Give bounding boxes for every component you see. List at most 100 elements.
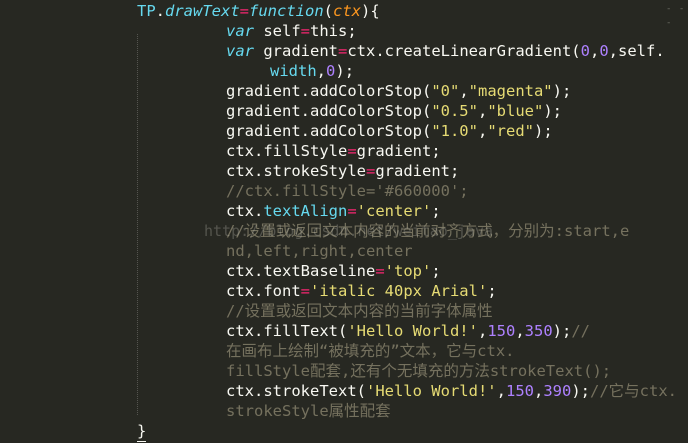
code-line[interactable]: var gradient=ctx.createLinearGradient(0,…: [226, 41, 665, 61]
code-token: "red": [487, 122, 534, 140]
code-line[interactable]: gradient.addColorStop("0","magenta");: [226, 81, 571, 101]
code-line[interactable]: nd,left,right,center: [226, 241, 413, 261]
code-token: ctx.fillText(: [226, 322, 348, 340]
code-line[interactable]: }: [137, 421, 147, 442]
code-token: =: [375, 262, 385, 280]
code-token: "blue": [487, 102, 544, 120]
code-token: self: [254, 22, 301, 40]
code-token: (: [323, 2, 334, 20]
code-token: =: [338, 42, 348, 60]
code-token: //它与ctx.: [590, 382, 677, 400]
indent-guide: [137, 34, 138, 415]
code-token: //: [571, 322, 591, 340]
code-line[interactable]: 在画布上绘制“被填充的”文本，它与ctx.: [226, 341, 515, 361]
code-line[interactable]: //ctx.fillStyle='#660000';: [226, 181, 469, 201]
code-token: gradient.addColorStop(: [226, 102, 432, 120]
code-token: width: [270, 62, 317, 80]
code-line[interactable]: ctx.font='italic 40px Arial';: [226, 281, 497, 301]
code-token: var: [226, 42, 254, 60]
code-token: //ctx.fillStyle='#660000';: [226, 182, 469, 200]
code-token: ,self.: [608, 42, 665, 60]
code-token: 'top': [384, 262, 432, 280]
code-line[interactable]: strokeStyle属性配套: [226, 401, 391, 421]
code-line[interactable]: ctx.fillStyle=gradient;: [226, 141, 441, 161]
code-token: ,: [459, 82, 469, 100]
code-token: TP: [137, 2, 156, 20]
code-line[interactable]: //设置或返回文本内容的当前对齐方式，分别为:start,e: [226, 221, 629, 241]
code-token: .: [155, 2, 166, 20]
code-line[interactable]: var self=this;: [226, 21, 357, 41]
code-token: function: [249, 2, 324, 20]
code-token: ctx.: [226, 202, 264, 220]
code-editor[interactable]: - - - TP.drawText=function(ctx){var self…: [0, 0, 688, 443]
code-token: strokeStyle属性配套: [226, 402, 391, 420]
code-token: );: [543, 102, 562, 120]
code-token: ,: [477, 102, 488, 120]
code-token: ctx.strokeText(: [226, 382, 366, 400]
code-token: ,: [477, 322, 488, 340]
code-token: =: [347, 202, 357, 220]
code-token: 0: [326, 62, 336, 80]
code-token: drawText: [165, 2, 240, 20]
code-token: ctx.strokeStyle: [226, 162, 366, 180]
code-line[interactable]: ctx.strokeStyle=gradient;: [226, 161, 459, 181]
code-token: //设置或返回文本内容的当前字体属性: [226, 302, 493, 320]
code-token: ,: [496, 382, 506, 400]
code-token: 150: [487, 322, 516, 340]
code-line[interactable]: //设置或返回文本内容的当前字体属性: [226, 301, 493, 321]
code-line[interactable]: ctx.textBaseline='top';: [226, 261, 441, 281]
code-token: =: [239, 2, 250, 20]
code-token: );: [335, 62, 355, 80]
code-line[interactable]: gradient.addColorStop("0.5","blue");: [226, 101, 562, 121]
code-token: );: [534, 122, 553, 140]
code-token: 0: [580, 42, 590, 60]
code-token: ctx.fillStyle: [226, 142, 348, 160]
code-line[interactable]: TP.drawText=function(ctx){: [137, 1, 380, 21]
code-token: 'Hello World!': [347, 322, 478, 340]
code-token: gradient;: [356, 142, 441, 160]
code-token: var: [226, 22, 254, 40]
code-line[interactable]: ctx.strokeText('Hello World!',150,390);/…: [226, 381, 677, 401]
code-token: gradient: [254, 42, 338, 60]
code-token: 'Hello World!': [365, 382, 497, 400]
code-token: "0": [431, 82, 460, 100]
code-line[interactable]: ctx.fillText('Hello World!',150,350);//: [226, 321, 590, 341]
code-token: );: [552, 82, 572, 100]
code-line[interactable]: gradient.addColorStop("1.0","red");: [226, 121, 553, 141]
code-token: gradient.addColorStop(: [226, 82, 432, 100]
minimap-marker: - - -: [666, 4, 686, 28]
code-token: 'italic 40px Arial': [310, 282, 488, 300]
code-token: ,: [589, 42, 600, 60]
code-token: ;: [431, 202, 441, 220]
code-token: textAlign: [263, 202, 348, 220]
code-token: =: [365, 162, 376, 180]
code-token: );: [552, 322, 572, 340]
code-token: gradient;: [375, 162, 460, 180]
code-token: ,: [477, 122, 488, 140]
code-token: ,: [316, 62, 327, 80]
code-token: ctx.textBaseline: [226, 262, 376, 280]
code-token: =: [300, 282, 310, 300]
code-token: "magenta": [468, 82, 553, 100]
code-line[interactable]: fillStyle配套,还有个无填充的方法strokeText();: [226, 361, 611, 381]
code-token: 150: [505, 382, 534, 400]
code-token: 350: [524, 322, 553, 340]
code-token: "0.5": [431, 102, 478, 120]
code-token: ,: [515, 322, 525, 340]
code-token: 390: [543, 382, 572, 400]
code-token: gradient.addColorStop(: [226, 122, 432, 140]
code-line[interactable]: ctx.textAlign='center';: [226, 201, 441, 221]
code-token: this;: [310, 22, 357, 40]
code-token: 'center': [356, 202, 432, 220]
code-token: ctx.createLinearGradient(: [347, 42, 581, 60]
code-token: nd,left,right,center: [226, 242, 413, 260]
code-line[interactable]: width,0);: [270, 61, 354, 81]
code-token: fillStyle配套,还有个无填充的方法strokeText();: [226, 362, 612, 380]
code-token: );: [571, 382, 590, 400]
code-token: 0: [599, 42, 609, 60]
code-token: 在画布上绘制“被填充的”文本，它与ctx.: [226, 342, 515, 360]
code-token: =: [300, 22, 311, 40]
code-token: =: [347, 142, 357, 160]
code-token: //设置或返回文本内容的当前对齐方式，分别为:start,e: [226, 222, 630, 240]
code-token: "1.0": [431, 122, 478, 140]
